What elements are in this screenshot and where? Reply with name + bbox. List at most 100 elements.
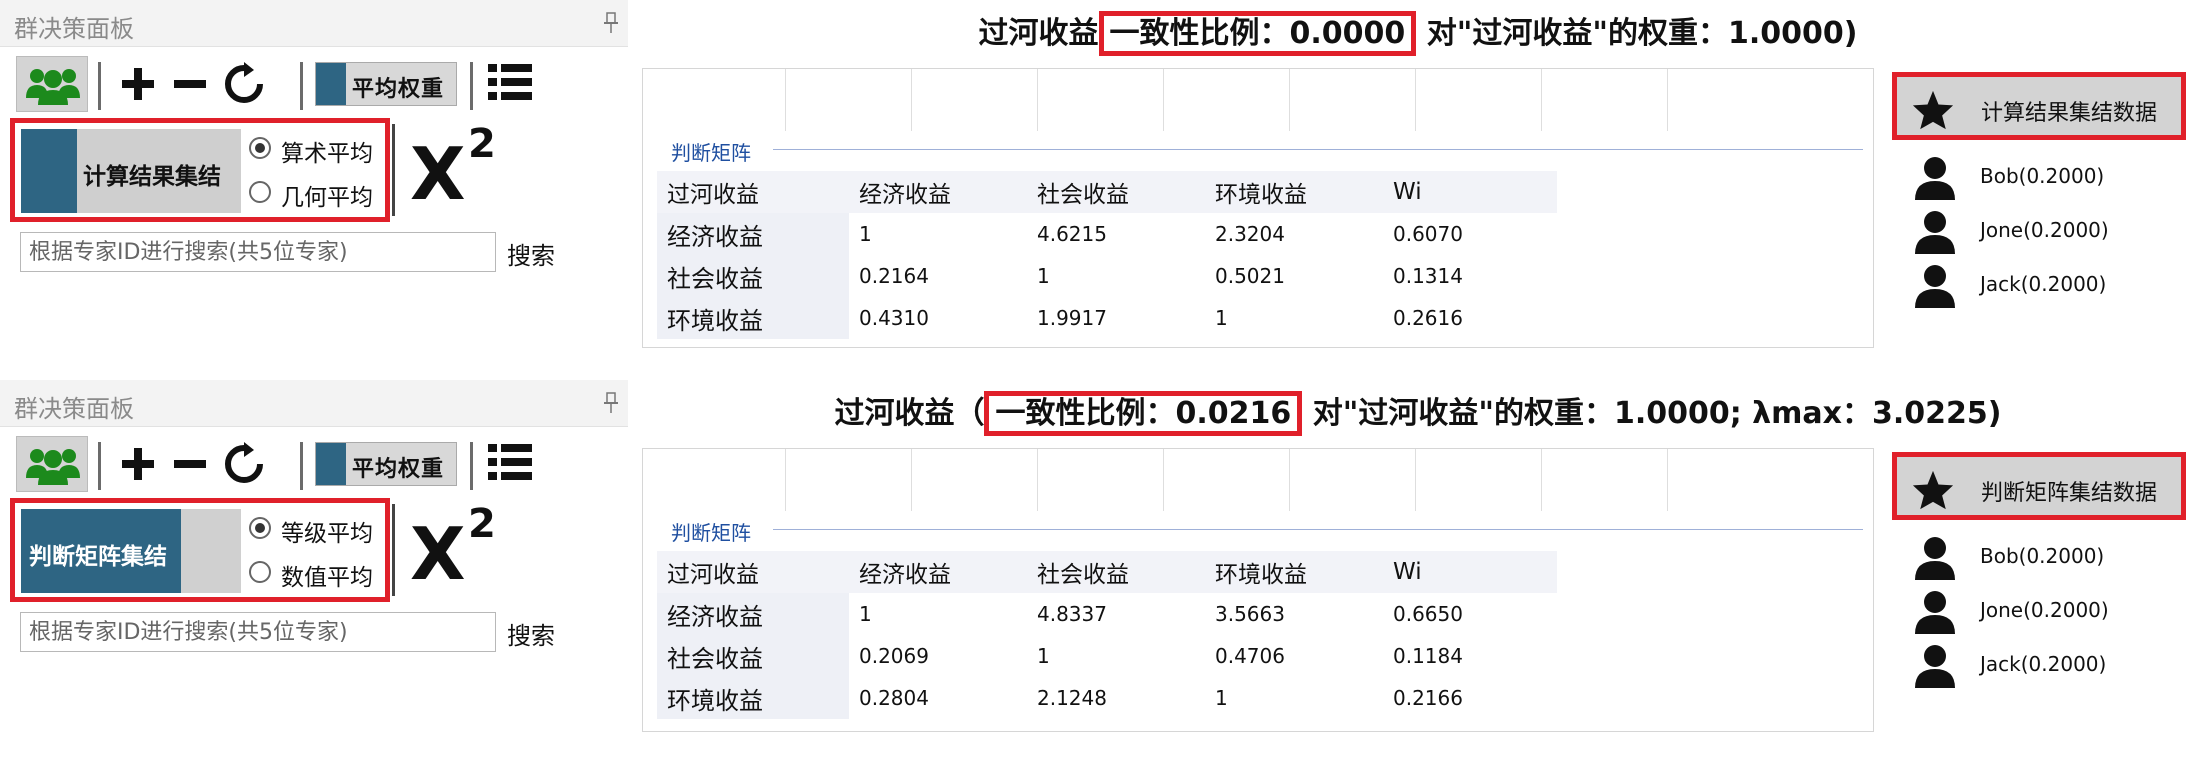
table-row[interactable]: 经济收益 1 4.8337 3.5663 0.6650: [657, 593, 1557, 635]
expert-item[interactable]: Jone(0.2000): [1914, 584, 2184, 640]
judgment-matrix-card: 判断矩阵 过河收益 经济收益 社会收益 环境收益 Wi 经济收益 1 4.621…: [642, 68, 1874, 348]
matrix-group-label: 判断矩阵: [671, 521, 751, 545]
aggregation-radio-option-1[interactable]: 等级平均: [249, 511, 389, 547]
average-weight-label: 平均权重: [352, 457, 445, 482]
expert-item[interactable]: Jone(0.2000): [1914, 204, 2184, 260]
row-header: 环境收益: [657, 297, 849, 339]
table-cell[interactable]: 1.9917: [1027, 297, 1205, 339]
remove-icon[interactable]: [168, 62, 212, 106]
aggregate-data-button[interactable]: 计算结果集结数据: [1892, 72, 2186, 140]
grid-line: [911, 69, 912, 131]
expert-item[interactable]: Bob(0.2000): [1914, 530, 2184, 586]
remove-icon[interactable]: [168, 442, 212, 486]
table-cell: 0.1184: [1393, 644, 1463, 668]
table-cell[interactable]: 1: [1205, 297, 1383, 339]
user-icon: [1915, 591, 1955, 634]
table-cell[interactable]: 1: [1027, 635, 1205, 677]
headline-criterion: 过河收益（: [834, 396, 985, 431]
table-row[interactable]: 社会收益 0.2164 1 0.5021 0.1314: [657, 255, 1557, 297]
column-header: 过河收益: [657, 171, 849, 213]
aggregation-options-box: 判断矩阵集结 等级平均 数值平均: [10, 498, 390, 602]
users-group-icon: [26, 449, 80, 485]
table-cell[interactable]: 4.8337: [1027, 593, 1205, 635]
users-group-button[interactable]: [16, 436, 88, 492]
table-row[interactable]: 环境收益 0.4310 1.9917 1 0.2616: [657, 297, 1557, 339]
expert-search-input[interactable]: [20, 232, 496, 272]
table-cell[interactable]: 0.2069: [849, 635, 1027, 677]
table-cell[interactable]: 0.4706: [1205, 635, 1383, 677]
table-cell[interactable]: 0.4310: [849, 297, 1027, 339]
row-header: 社会收益: [657, 255, 849, 297]
grid-line: [1415, 69, 1416, 131]
aggregation-options-box: 计算结果集结 算术平均 几何平均: [10, 118, 390, 222]
column-header: Wi: [1383, 171, 1557, 213]
chi-superscript: 2: [468, 121, 496, 167]
list-icon[interactable]: [488, 442, 532, 482]
panel-header: 群决策面板: [0, 0, 628, 47]
radio-dot: [249, 181, 271, 203]
expert-item[interactable]: Jack(0.2000): [1914, 638, 2184, 694]
table-cell[interactable]: 3.5663: [1205, 593, 1383, 635]
aggregate-data-button[interactable]: 判断矩阵集结数据: [1892, 452, 2186, 520]
radio-dot: [249, 137, 271, 159]
expert-list-panel: 判断矩阵集结数据 Bob(0.2000) Jone(0.2000) Jack(0…: [1888, 448, 2194, 728]
list-icon[interactable]: [488, 62, 532, 102]
table-cell[interactable]: 2.1248: [1027, 677, 1205, 719]
expert-search-input[interactable]: [20, 612, 496, 652]
headline-criterion: 过河收益: [978, 16, 1099, 51]
table-row[interactable]: 环境收益 0.2804 2.1248 1 0.2166: [657, 677, 1557, 719]
aggregate-button[interactable]: 判断矩阵集结: [21, 509, 241, 593]
table-cell[interactable]: 0.5021: [1205, 255, 1383, 297]
expert-name: Jone(0.2000): [1980, 598, 2109, 622]
table-row[interactable]: 社会收益 0.2069 1 0.4706 0.1184: [657, 635, 1557, 677]
grid-line: [1037, 69, 1038, 131]
toolbar-separator: [98, 62, 101, 110]
add-icon[interactable]: [116, 62, 160, 106]
expert-name: Jack(0.2000): [1980, 272, 2107, 296]
table-cell[interactable]: 0.2164: [849, 255, 1027, 297]
toolbar-separator: [300, 62, 303, 110]
table-header-row: 过河收益 经济收益 社会收益 环境收益 Wi: [657, 551, 1557, 593]
pin-icon[interactable]: [603, 12, 619, 34]
aggregate-button[interactable]: 计算结果集结: [21, 129, 241, 213]
refresh-icon[interactable]: [222, 442, 266, 486]
grid-line: [1037, 449, 1038, 511]
table-cell[interactable]: 1: [1205, 677, 1383, 719]
aggregation-radio-option-2[interactable]: 数值平均: [249, 555, 389, 591]
average-weight-button[interactable]: 平均权重: [315, 62, 457, 106]
expert-name: Jone(0.2000): [1980, 218, 2109, 242]
group-decision-panel: 群决策面板 平均权重: [0, 0, 628, 278]
grid-line: [1163, 449, 1164, 511]
average-weight-button[interactable]: 平均权重: [315, 442, 457, 486]
refresh-icon[interactable]: [222, 62, 266, 106]
chi-square-icon[interactable]: X 2: [410, 120, 510, 220]
toolbar-separator: [300, 442, 303, 490]
search-button[interactable]: 搜索: [507, 616, 555, 651]
table-cell[interactable]: 4.6215: [1027, 213, 1205, 255]
row-header: 经济收益: [657, 593, 849, 635]
chi-separator: [392, 504, 395, 596]
expert-item[interactable]: Bob(0.2000): [1914, 150, 2184, 206]
search-button[interactable]: 搜索: [507, 236, 555, 271]
expert-item[interactable]: Jack(0.2000): [1914, 258, 2184, 314]
table-cell[interactable]: 1: [849, 213, 1027, 255]
table-cell[interactable]: 1: [849, 593, 1027, 635]
table-cell[interactable]: 2.3204: [1205, 213, 1383, 255]
aggregation-radio-option-2[interactable]: 几何平均: [249, 175, 389, 211]
users-group-button[interactable]: [16, 56, 88, 112]
column-header: 环境收益: [1205, 171, 1383, 213]
pin-icon[interactable]: [603, 392, 619, 414]
grid-line: [1667, 69, 1668, 131]
add-icon[interactable]: [116, 442, 160, 486]
table-cell[interactable]: 0.2804: [849, 677, 1027, 719]
toolbar-separator: [98, 442, 101, 490]
grid-line: [785, 69, 786, 131]
expert-name: Bob(0.2000): [1980, 544, 2105, 568]
aggregation-radio-option-1[interactable]: 算术平均: [249, 131, 389, 167]
table-cell[interactable]: 1: [1027, 255, 1205, 297]
table-row[interactable]: 经济收益 1 4.6215 2.3204 0.6070: [657, 213, 1557, 255]
chi-square-icon[interactable]: X 2: [410, 500, 510, 600]
chi-letter: X: [410, 512, 466, 596]
table-cell: 0.2166: [1393, 686, 1463, 710]
result-headline: 过河收益（ 一致性比例：0.0216 对"过河收益"的权重：1.0000; λma…: [642, 388, 2194, 440]
